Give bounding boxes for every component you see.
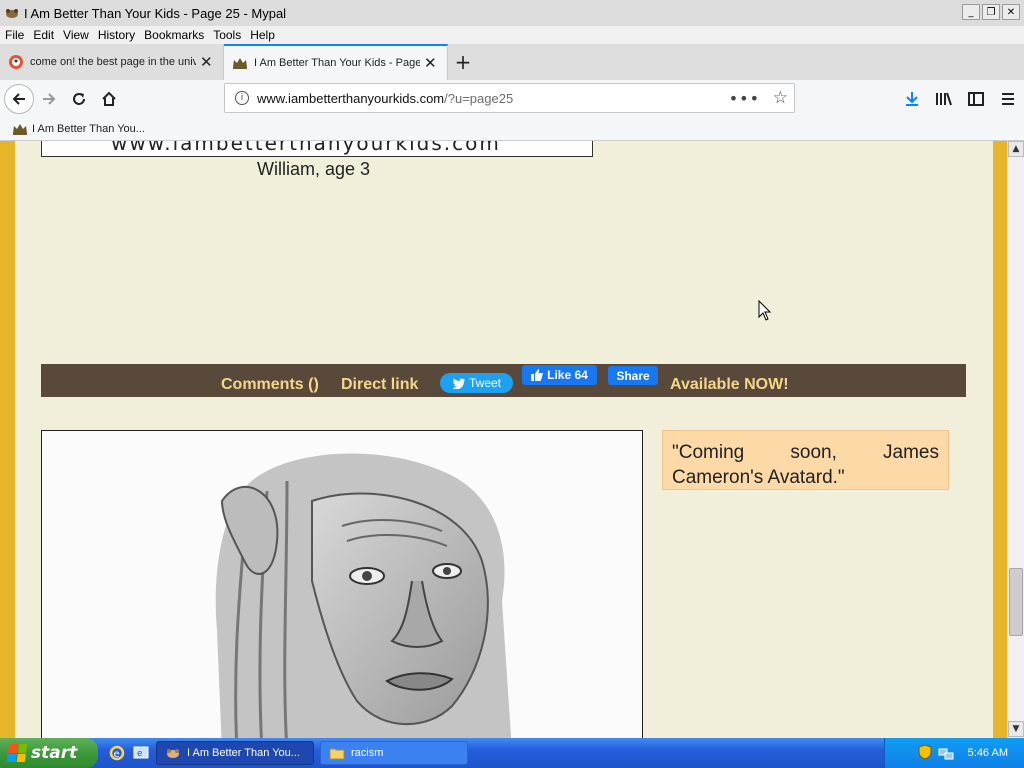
scroll-up-icon[interactable]: ▲ xyxy=(1008,141,1024,157)
close-tab-icon[interactable]: ✕ xyxy=(424,54,437,72)
reload-button[interactable] xyxy=(64,84,94,114)
bookmark-star-icon[interactable]: ☆ xyxy=(773,88,788,108)
facebook-like-button[interactable]: Like 64 xyxy=(522,365,597,385)
tab-best-page[interactable]: come on! the best page in the universe ✕ xyxy=(0,44,224,80)
folder-icon xyxy=(329,748,345,760)
menu-view[interactable]: View xyxy=(63,28,89,42)
bookmarks-toolbar: I Am Better Than You... xyxy=(0,117,1024,141)
duckduckgo-icon xyxy=(8,54,24,70)
artist-caption: William, age 3 xyxy=(257,159,371,179)
like-label: Like 64 xyxy=(547,368,588,382)
maximize-button[interactable]: ❐ xyxy=(982,4,1000,20)
tab-bar: come on! the best page in the universe ✕… xyxy=(0,44,1024,80)
site-info-icon[interactable]: i xyxy=(235,91,249,105)
svg-text:e: e xyxy=(114,749,120,760)
forward-button[interactable] xyxy=(34,84,64,114)
internet-explorer-icon[interactable]: e xyxy=(108,744,126,762)
navigation-bar: i www.iambetterthanyourkids.com/?u=page2… xyxy=(0,80,1024,117)
menu-bar: File Edit View History Bookmarks Tools H… xyxy=(0,26,1024,44)
tweet-button[interactable]: Tweet xyxy=(440,373,513,393)
thumbs-up-icon xyxy=(531,369,543,381)
facebook-share-button[interactable]: Share xyxy=(608,366,658,385)
tab-iambetter[interactable]: I Am Better Than Your Kids - Page 25 ✕ xyxy=(224,44,448,80)
twitter-bird-icon xyxy=(452,377,465,389)
tweet-label: Tweet xyxy=(468,376,501,390)
back-button[interactable] xyxy=(4,83,34,114)
share-label: Share xyxy=(616,368,650,383)
url-bar[interactable]: i www.iambetterthanyourkids.com/?u=page2… xyxy=(224,83,795,113)
post-action-bar: Comments () Direct link Tweet Like 64 Sh… xyxy=(41,364,966,397)
taskbar-item-folder[interactable]: racism xyxy=(320,741,468,765)
crown-icon xyxy=(232,55,248,71)
menu-file[interactable]: File xyxy=(5,28,24,42)
windows-flag-icon xyxy=(6,744,28,762)
page-scrollbar[interactable]: ▲ ▼ xyxy=(1007,141,1024,738)
tab-label: come on! the best page in the universe xyxy=(30,56,196,68)
scrollbar-thumb[interactable] xyxy=(1009,568,1023,636)
sidebar-icon xyxy=(968,91,984,106)
network-icon[interactable] xyxy=(938,744,954,763)
taskbar: start e e I Am Better Than You... racism… xyxy=(0,738,1024,768)
taskbar-item-browser[interactable]: I Am Better Than You... xyxy=(156,741,314,765)
taskbar-item-label: racism xyxy=(351,747,384,759)
site-url-caption: www.iambetterthanyourkids.com xyxy=(111,141,501,155)
scroll-down-icon[interactable]: ▼ xyxy=(1008,721,1024,737)
mypal-app-icon xyxy=(167,749,179,758)
pencil-drawing-image xyxy=(41,430,643,738)
downloads-button[interactable] xyxy=(896,84,928,114)
url-text[interactable]: www.iambetterthanyourkids.com/?u=page25 xyxy=(257,91,513,106)
start-label: start xyxy=(31,743,78,763)
window-controls: _ ❐ ✕ xyxy=(962,4,1020,20)
library-button[interactable] xyxy=(928,84,960,114)
show-desktop-icon[interactable]: e xyxy=(132,744,150,762)
close-window-button[interactable]: ✕ xyxy=(1002,4,1020,20)
title-bar: I Am Better Than Your Kids - Page 25 - M… xyxy=(0,0,1024,26)
crown-icon xyxy=(12,123,28,135)
page-viewport: www.iambetterthanyourkids.com William, a… xyxy=(0,141,1007,738)
direct-link[interactable]: Direct link xyxy=(341,376,418,394)
start-button[interactable]: start xyxy=(0,738,98,768)
home-icon xyxy=(102,91,116,106)
drawing-quote: "Coming soon, James Cameron's Avatard." xyxy=(662,430,949,490)
avatar-face-sketch xyxy=(215,453,512,738)
security-shield-icon[interactable] xyxy=(918,743,932,763)
home-button[interactable] xyxy=(94,84,124,114)
mouse-cursor-icon xyxy=(758,300,772,321)
menu-help[interactable]: Help xyxy=(250,28,275,42)
available-now-link[interactable]: Available NOW! xyxy=(670,376,789,394)
reload-icon xyxy=(73,92,85,105)
hamburger-icon xyxy=(1002,92,1014,105)
mypal-app-icon xyxy=(4,5,20,21)
system-tray: 5:46 AM xyxy=(884,738,1024,768)
bookmark-item[interactable]: I Am Better Than You... xyxy=(32,123,145,135)
close-tab-icon[interactable]: ✕ xyxy=(200,53,213,71)
page-actions-icon[interactable]: ••• xyxy=(729,89,760,108)
svg-text:e: e xyxy=(137,749,143,759)
download-icon xyxy=(906,91,918,106)
menu-edit[interactable]: Edit xyxy=(33,28,54,42)
menu-tools[interactable]: Tools xyxy=(213,28,241,42)
tab-label: I Am Better Than Your Kids - Page 25 xyxy=(254,57,420,69)
taskbar-item-label: I Am Better Than You... xyxy=(187,747,300,759)
window-title: I Am Better Than Your Kids - Page 25 - M… xyxy=(24,5,287,21)
quick-launch: e e xyxy=(108,744,150,762)
menu-bookmarks[interactable]: Bookmarks xyxy=(144,28,204,42)
menu-history[interactable]: History xyxy=(98,28,135,42)
back-arrow-icon xyxy=(12,92,25,105)
new-tab-button[interactable]: + xyxy=(448,44,478,80)
forward-arrow-icon xyxy=(43,92,56,105)
toolbar-right xyxy=(896,80,1024,117)
clock: 5:46 AM xyxy=(967,747,1008,759)
library-icon xyxy=(936,92,952,105)
minimize-button[interactable]: _ xyxy=(962,4,980,20)
page-content: www.iambetterthanyourkids.com William, a… xyxy=(15,141,993,738)
comments-link[interactable]: Comments () xyxy=(221,376,319,394)
previous-drawing-frame: www.iambetterthanyourkids.com xyxy=(41,141,593,157)
menu-button[interactable] xyxy=(992,84,1024,114)
sidebar-button[interactable] xyxy=(960,84,992,114)
